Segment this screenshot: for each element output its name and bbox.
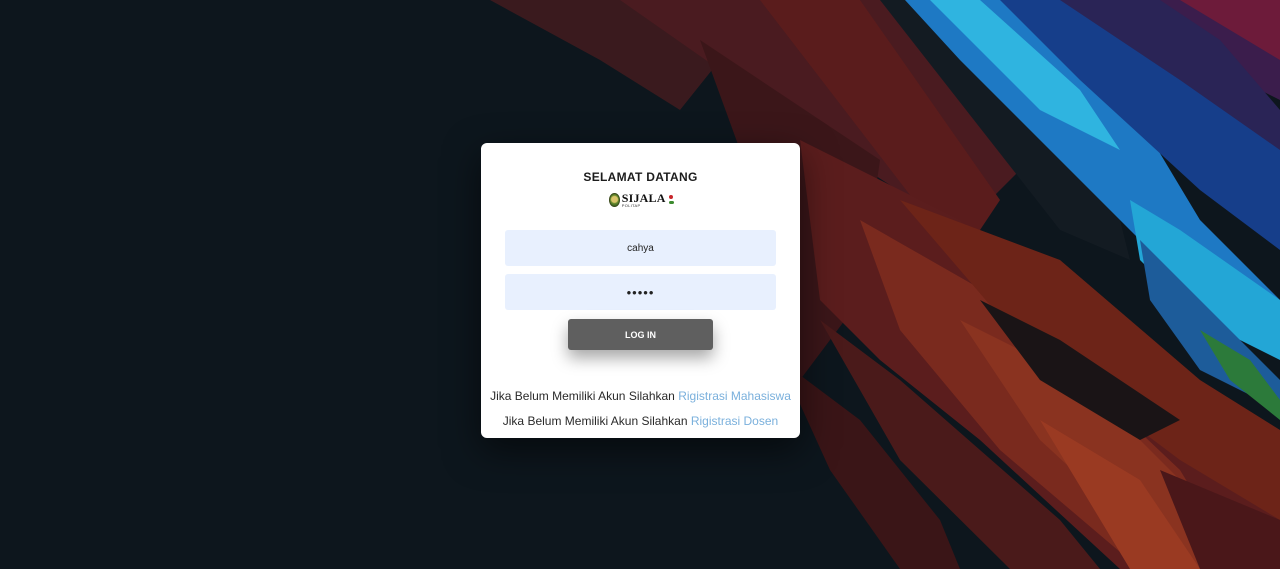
register-dosen-line: Jika Belum Memiliki Akun Silahkan Rigist… bbox=[481, 414, 800, 428]
register-mahasiswa-text: Jika Belum Memiliki Akun Silahkan bbox=[490, 389, 679, 403]
register-mahasiswa-line: Jika Belum Memiliki Akun Silahkan Rigist… bbox=[481, 389, 800, 403]
register-dosen-link[interactable]: Rigistrasi Dosen bbox=[691, 414, 778, 428]
register-mahasiswa-link[interactable]: Rigistrasi Mahasiswa bbox=[678, 389, 791, 403]
logo-accent-icon bbox=[668, 195, 675, 205]
login-card: SELAMAT DATANG SIJALA POLITAP LOG IN Jik… bbox=[481, 143, 800, 438]
logo-subtitle: POLITAP bbox=[621, 203, 641, 208]
password-input[interactable] bbox=[505, 274, 776, 310]
sijala-logo: SIJALA POLITAP bbox=[609, 190, 675, 210]
welcome-heading: SELAMAT DATANG bbox=[583, 170, 698, 184]
register-dosen-text: Jika Belum Memiliki Akun Silahkan bbox=[502, 414, 691, 428]
username-input[interactable] bbox=[505, 230, 776, 266]
login-button[interactable]: LOG IN bbox=[568, 319, 713, 350]
politap-seal-icon bbox=[609, 193, 620, 207]
